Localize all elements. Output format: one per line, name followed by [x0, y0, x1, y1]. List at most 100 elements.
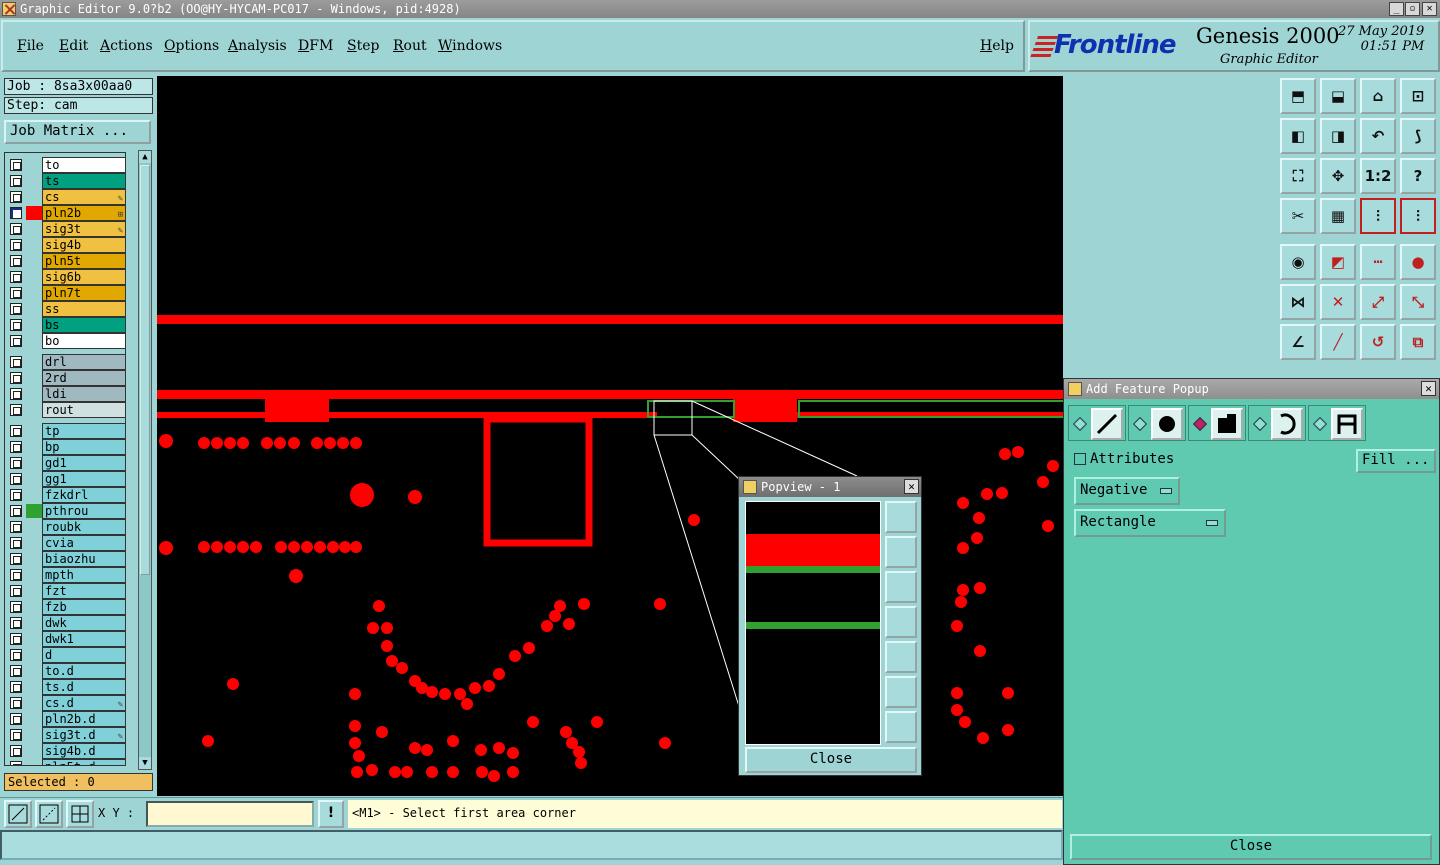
layer-color-swatch[interactable]	[26, 158, 42, 172]
copper-pad[interactable]	[654, 598, 666, 610]
layer-checkbox[interactable]	[10, 633, 22, 645]
maximize-button[interactable]: ▫	[1405, 2, 1420, 16]
pan-down-icon[interactable]: ⬓	[1320, 78, 1356, 114]
popview-close-button[interactable]: Close	[745, 747, 917, 773]
layer-checkbox[interactable]	[10, 601, 22, 613]
layer-checkbox[interactable]	[10, 713, 22, 725]
copper-pad[interactable]	[426, 766, 438, 778]
layer-checkbox[interactable]	[10, 175, 22, 187]
layer-list-scrollbar[interactable]: ▲ ▼	[138, 150, 152, 770]
layer-name[interactable]: sig4b	[42, 237, 125, 253]
layer-name[interactable]: fzt	[42, 583, 125, 599]
copper-pad[interactable]	[349, 688, 361, 700]
layer-checkbox[interactable]	[10, 271, 22, 283]
layer-row-pln7t[interactable]: pln7t	[5, 285, 125, 301]
layer-name[interactable]: to	[42, 157, 125, 173]
line-draw-icon[interactable]: ╱	[1320, 324, 1356, 360]
rotate-icon[interactable]: ↺	[1360, 324, 1396, 360]
zoom-center-icon[interactable]: ✥	[1320, 158, 1356, 194]
layer-name[interactable]: 2rd	[42, 370, 125, 386]
grid-icon[interactable]: ▦	[1320, 198, 1356, 234]
copper-pad[interactable]	[250, 541, 262, 553]
layer-checkbox[interactable]	[10, 761, 22, 765]
layer-row-cs[interactable]: cs ✎	[5, 189, 125, 205]
copper-pad[interactable]	[373, 600, 385, 612]
layer-row-ts.d[interactable]: ts.d	[5, 679, 125, 695]
zoom-fit-icon[interactable]	[885, 501, 917, 533]
layer-row-gg1[interactable]: gg1	[5, 471, 125, 487]
layer-checkbox[interactable]	[10, 697, 22, 709]
copper-pad[interactable]	[461, 698, 473, 710]
layer-color-swatch[interactable]	[26, 680, 42, 694]
layer-checkbox[interactable]	[10, 553, 22, 565]
copper-pad[interactable]	[324, 437, 336, 449]
layer-color-swatch[interactable]	[26, 302, 42, 316]
shape-arc-option[interactable]	[1248, 405, 1306, 441]
layer-color-swatch[interactable]	[26, 472, 42, 486]
copper-pad[interactable]	[366, 764, 378, 776]
copper-pad[interactable]	[999, 448, 1011, 460]
layer-row-pln5t[interactable]: pln5t	[5, 253, 125, 269]
layer-row-cs.d[interactable]: cs.d ✎	[5, 695, 125, 711]
layer-row-2rd[interactable]: 2rd	[5, 370, 125, 386]
layer-row-d[interactable]: d	[5, 647, 125, 663]
layer-name[interactable]: rout	[42, 402, 125, 418]
copper-pad[interactable]	[554, 600, 566, 612]
copper-pad[interactable]	[1002, 687, 1014, 699]
copper-pad[interactable]	[541, 620, 553, 632]
layer-color-swatch[interactable]	[26, 488, 42, 502]
copper-pad[interactable]	[381, 622, 393, 634]
layer-checkbox[interactable]	[10, 356, 22, 368]
menu-file[interactable]: File	[17, 38, 44, 54]
layer-row-to[interactable]: to	[5, 157, 125, 173]
copper-pad[interactable]	[381, 640, 393, 652]
layer-row-sig3t.d[interactable]: sig3t.d ✎	[5, 727, 125, 743]
copper-pad[interactable]	[1047, 460, 1059, 472]
layer-name[interactable]: pln2b ⊞	[42, 205, 125, 221]
layer-row-sig3t[interactable]: sig3t ✎	[5, 221, 125, 237]
layer-name[interactable]: sig3t ✎	[42, 221, 125, 237]
copper-pad[interactable]	[314, 541, 326, 553]
copper-pad[interactable]	[959, 716, 971, 728]
copper-pad[interactable]	[224, 437, 236, 449]
layer-row-drl[interactable]: drl	[5, 354, 125, 370]
copper-pad[interactable]	[974, 645, 986, 657]
layer-color-swatch[interactable]	[26, 552, 42, 566]
copper-pad[interactable]	[447, 735, 459, 747]
copper-pad[interactable]	[237, 541, 249, 553]
copper-pad[interactable]	[493, 668, 505, 680]
layer-row-dwk1[interactable]: dwk1	[5, 631, 125, 647]
copper-pad[interactable]	[957, 497, 969, 509]
menu-analysis[interactable]: Analysis	[228, 38, 287, 54]
layer-row-pln5t.d[interactable]: pln5t.d	[5, 759, 125, 765]
layer-checkbox[interactable]	[10, 255, 22, 267]
layer-name[interactable]: ss	[42, 301, 125, 317]
copper-pad[interactable]	[159, 541, 173, 555]
zoom-area-icon[interactable]	[4, 800, 32, 828]
pan-right-icon[interactable]	[885, 641, 917, 673]
copper-pad[interactable]	[337, 437, 349, 449]
popview-canvas[interactable]	[745, 501, 881, 745]
zoom-in-icon[interactable]	[885, 676, 917, 708]
copper-pad[interactable]	[507, 747, 519, 759]
layer-row-ldi[interactable]: ldi	[5, 386, 125, 402]
layer-row-fzb[interactable]: fzb	[5, 599, 125, 615]
layer-row-fzkdrl[interactable]: fzkdrl	[5, 487, 125, 503]
layer-row-pln2b[interactable]: pln2b ⊞	[5, 205, 125, 221]
layer-name[interactable]: sig6b	[42, 269, 125, 285]
layer-color-swatch[interactable]	[26, 190, 42, 204]
layer-row-mpth[interactable]: mpth	[5, 567, 125, 583]
copper-pad[interactable]	[688, 514, 700, 526]
layer-row-rout[interactable]: rout	[5, 402, 125, 418]
copper-pad[interactable]	[996, 487, 1008, 499]
pan-left-icon[interactable]: ◧	[1280, 118, 1316, 154]
layer-name[interactable]: to.d	[42, 663, 125, 679]
layer-row-fzt[interactable]: fzt	[5, 583, 125, 599]
layer-checkbox[interactable]	[10, 319, 22, 331]
copper-pad[interactable]	[261, 437, 273, 449]
layer-name[interactable]: sig3t.d ✎	[42, 727, 125, 743]
layer-checkbox[interactable]	[10, 649, 22, 661]
layer-name[interactable]: cs ✎	[42, 189, 125, 205]
layer-name[interactable]: pln2b.d	[42, 711, 125, 727]
select-icon[interactable]: ◉	[1280, 244, 1316, 280]
